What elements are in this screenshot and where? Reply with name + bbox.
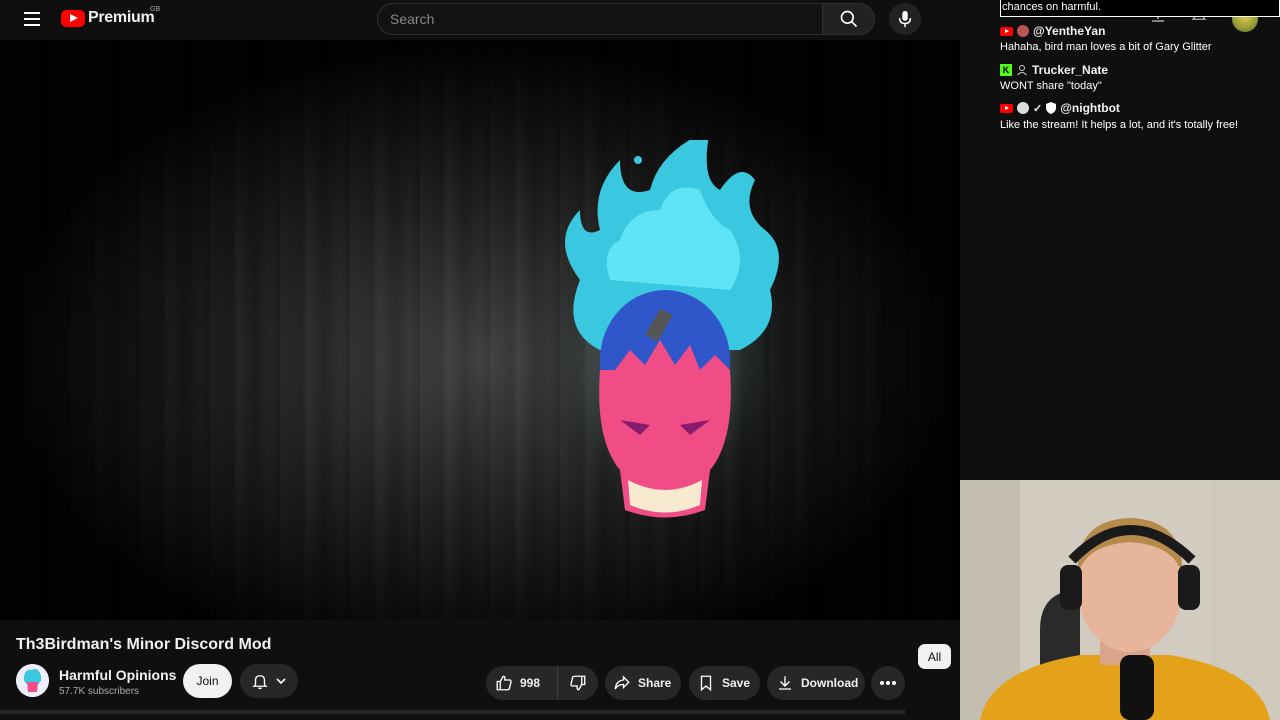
chat-username: Trucker_Nate [1032,63,1109,77]
chat-message-header: K Trucker_Nate [1000,63,1108,77]
page-scroll-divider [0,710,905,714]
chat-message-text: Hahaha, bird man loves a bit of Gary Gli… [1000,41,1212,53]
menu-icon[interactable] [20,8,44,30]
top-bar: Premium GB [0,0,1000,40]
bookmark-icon [700,675,712,692]
share-icon [614,675,630,690]
person-icon [1017,65,1027,76]
logo-region: GB [150,6,161,13]
stream-chat-overlay: chances on harmful. @YentheYan Hahaha, b… [1000,0,1280,140]
like-button[interactable]: 998 [486,666,558,700]
youtube-badge-icon [1000,103,1013,113]
thumbs-up-icon [496,675,512,691]
chat-message-text: Like the stream! It helps a lot, and it'… [1000,119,1239,131]
microphone-icon [898,10,912,28]
search-input[interactable] [378,4,822,34]
verified-check-icon: ✓ [1033,102,1043,115]
save-label: Save [722,676,751,690]
more-actions-button[interactable] [871,666,905,700]
like-count: 998 [520,676,541,690]
channel-name[interactable]: Harmful Opinions [59,667,176,683]
channel-artwork [535,130,800,545]
chat-message-header: @YentheYan [1000,24,1105,38]
filter-chip-all[interactable]: All [918,644,951,669]
subscription-bell-button[interactable] [240,664,298,698]
youtube-logo-icon [61,9,85,27]
logo-text: Premium [88,9,155,26]
chat-message-header: ✓ @nightbot [1000,101,1120,115]
save-button[interactable]: Save [689,666,760,700]
bot-badge-icon [1017,102,1029,114]
chat-username: @YentheYan [1033,24,1106,38]
download-button[interactable]: Download [767,666,865,700]
shield-icon [1046,102,1057,114]
streamer-webcam [960,480,1280,720]
share-button[interactable]: Share [605,666,681,700]
search-icon [840,10,857,28]
search-button[interactable] [822,3,875,35]
join-button[interactable]: Join [183,664,232,698]
thumbs-down-icon [570,675,586,691]
youtube-premium-logo[interactable]: Premium GB [61,6,160,27]
download-label: Download [801,676,859,690]
channel-avatar[interactable] [16,664,49,697]
chevron-down-icon [276,678,286,685]
bell-icon [252,675,268,690]
kick-badge-icon: K [1000,64,1012,76]
chat-previous-message: chances on harmful. [1000,0,1280,17]
video-player[interactable] [0,40,960,620]
share-label: Share [638,676,672,690]
dislike-button[interactable] [558,666,598,700]
voice-search-button[interactable] [889,3,921,35]
chat-message-text: WONT share "today" [1000,80,1102,92]
user-badge-icon [1017,25,1029,37]
video-title: Th3Birdman's Minor Discord Mod [16,636,272,653]
chat-username: @nightbot [1060,101,1120,115]
like-dislike-group: 998 [486,666,598,700]
more-icon [880,681,896,685]
download-icon [779,676,791,690]
search-box[interactable] [377,3,823,35]
subscriber-count: 57.7K subscribers [59,686,140,697]
youtube-badge-icon [1000,26,1013,36]
